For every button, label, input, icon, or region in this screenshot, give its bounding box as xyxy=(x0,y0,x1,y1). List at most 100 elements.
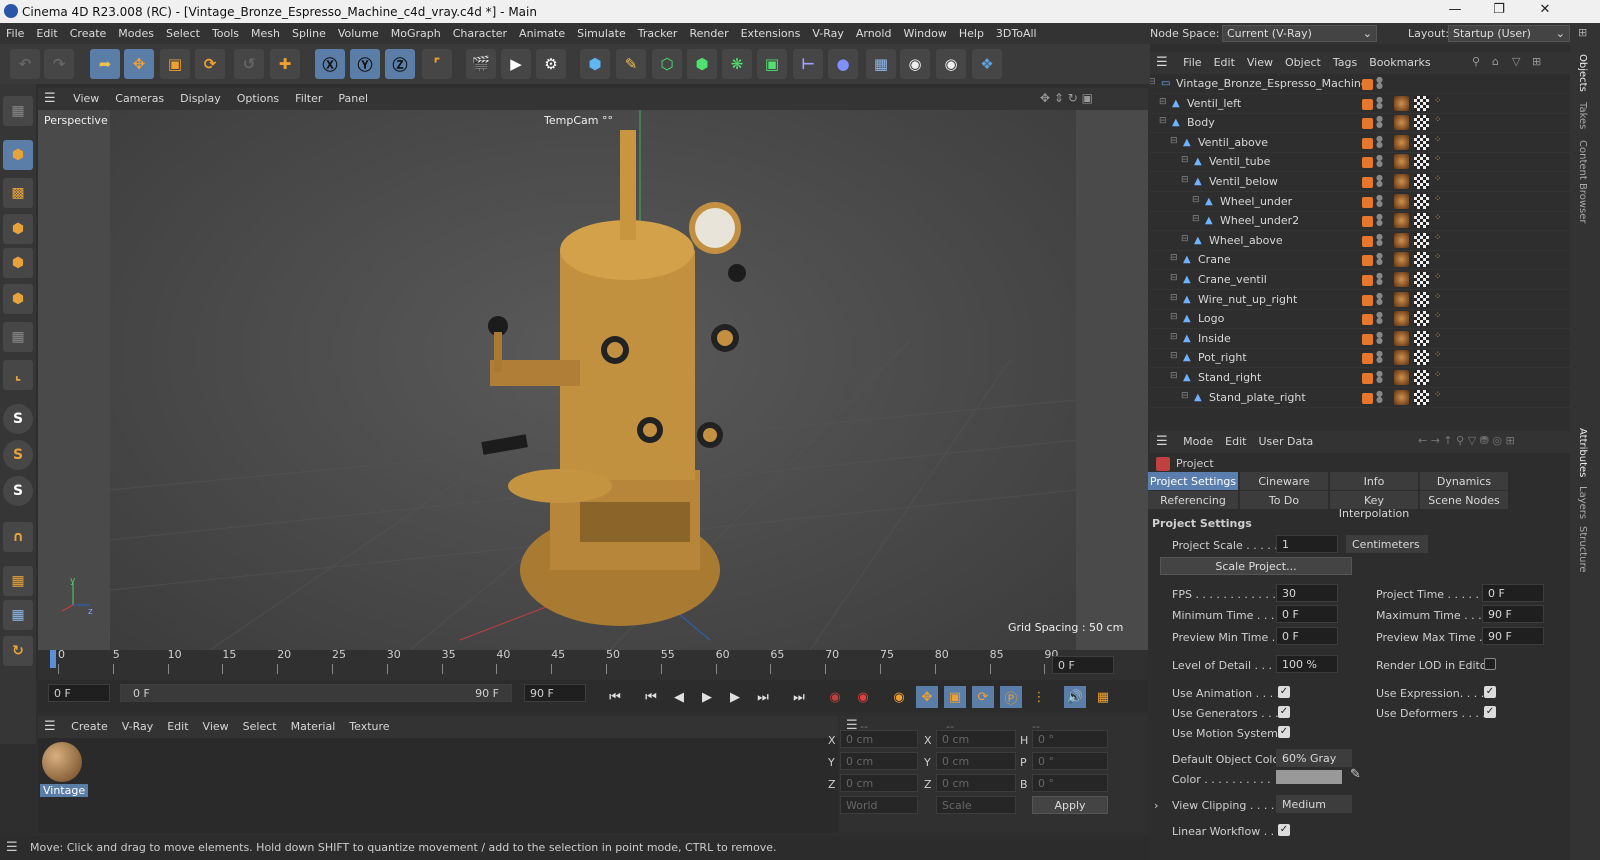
sound-icon[interactable]: 🔊 xyxy=(1064,686,1086,708)
visibility-dots-icon[interactable]: ● ● xyxy=(1376,330,1383,346)
floor-icon[interactable]: ▦ xyxy=(866,49,896,79)
uvw-tag-icon[interactable] xyxy=(1414,272,1429,287)
expand-icon[interactable]: ⊟ xyxy=(1170,253,1178,263)
object-row[interactable]: ⊟ ▲ Wire_nut_up_right ● ● ⁘ xyxy=(1150,290,1570,310)
end-frame-field[interactable]: 90 F xyxy=(524,684,586,702)
coord-system-select[interactable]: World xyxy=(840,796,918,814)
viewport-menu-view[interactable]: View xyxy=(65,88,107,105)
use-deformers-checkbox[interactable]: ✓ xyxy=(1484,706,1496,718)
phong-tag-icon[interactable]: ⁘ xyxy=(1434,311,1449,326)
3d-viewport[interactable]: Perspective TempCam °° Grid Spacing : 50… xyxy=(38,110,1148,650)
use-motion-checkbox[interactable]: ✓ xyxy=(1278,726,1290,738)
material-tag-icon[interactable] xyxy=(1394,115,1409,131)
rotation-b-field[interactable]: 0 ° xyxy=(1032,774,1108,792)
material-tag-icon[interactable] xyxy=(1394,311,1409,327)
object-row[interactable]: ⊟ ▲ Wheel_above ● ● ⁘ xyxy=(1150,231,1570,251)
texture-mode-icon[interactable]: ▩ xyxy=(3,178,33,208)
size-x-field[interactable]: 0 cm xyxy=(936,730,1016,748)
material-tag-icon[interactable] xyxy=(1394,134,1409,150)
menu-help[interactable]: Help xyxy=(953,23,990,40)
use-animation-checkbox[interactable]: ✓ xyxy=(1278,686,1290,698)
material-menu-vray[interactable]: V-Ray xyxy=(116,716,162,733)
snap-settings-icon[interactable]: S xyxy=(3,440,33,470)
phong-tag-icon[interactable]: ⁘ xyxy=(1434,252,1449,267)
object-row[interactable]: ⊟ ▲ Body ● ● ⁘ xyxy=(1150,113,1570,134)
coord-mode-select[interactable]: Scale xyxy=(936,796,1016,814)
viewport-menu-cameras[interactable]: Cameras xyxy=(107,88,172,105)
visibility-dots-icon[interactable]: ● ● xyxy=(1376,115,1383,130)
preview-max-field[interactable]: 90 F xyxy=(1482,627,1544,645)
transform-tool-icon[interactable]: ✚ xyxy=(270,49,300,79)
visibility-dots-icon[interactable]: ● ● xyxy=(1376,76,1383,91)
attr-menu-edit[interactable]: Edit xyxy=(1219,431,1252,448)
uvw-tag-icon[interactable] xyxy=(1414,311,1429,327)
pen-icon[interactable]: ✎ xyxy=(616,49,646,79)
expand-icon[interactable]: ⊟ xyxy=(1170,273,1178,283)
menu-tools[interactable]: Tools xyxy=(206,23,245,40)
undo-icon[interactable]: ↶ xyxy=(10,49,40,79)
material-tag-icon[interactable] xyxy=(1394,252,1409,268)
object-row[interactable]: ⊟ ▭ Vintage_Bronze_Espresso_Machine ● ● xyxy=(1150,74,1570,94)
visibility-dots-icon[interactable]: ● ● xyxy=(1376,311,1383,326)
attr-nav-icons[interactable]: ← → ↑ ⚲ ▽ ⛃ ◎ ⊞ xyxy=(1418,434,1515,447)
object-row[interactable]: ⊟ ▲ Inside ● ● ⁘ xyxy=(1150,329,1570,349)
expand-icon[interactable]: ⊟ xyxy=(1181,234,1189,244)
uvw-tag-icon[interactable] xyxy=(1414,389,1429,405)
solo-icon[interactable]: ↻ xyxy=(3,636,33,666)
material-tag-icon[interactable] xyxy=(1394,330,1409,346)
expand-icon[interactable]: ⊟ xyxy=(1170,332,1178,342)
visibility-dots-icon[interactable]: ● ● xyxy=(1376,291,1383,307)
key-parameter-icon[interactable]: Ⓟ xyxy=(1000,686,1022,708)
preview-min-field[interactable]: 0 F xyxy=(1276,627,1338,645)
filter-icon[interactable]: ▽ xyxy=(1512,55,1520,68)
project-scale-field[interactable]: 1 xyxy=(1276,535,1338,553)
layer-color-icon[interactable] xyxy=(1362,255,1373,267)
object-row[interactable]: ⊟ ▲ Logo ● ● ⁘ xyxy=(1150,309,1570,330)
tab-project-settings[interactable]: Project Settings xyxy=(1148,472,1238,490)
start-frame-field[interactable]: 0 F xyxy=(48,684,110,702)
scale-unit-select[interactable]: Centimeters xyxy=(1346,535,1428,553)
obj-menu-file[interactable]: File xyxy=(1177,52,1207,69)
extrude-icon[interactable]: ⬢ xyxy=(687,49,717,79)
visibility-dots-icon[interactable]: ● ● xyxy=(1376,389,1383,405)
object-row[interactable]: ⊟ ▲ Wheel_under2 ● ● ⁘ xyxy=(1150,211,1570,232)
y-axis-icon[interactable]: Ⓨ xyxy=(350,49,380,79)
menu-select[interactable]: Select xyxy=(160,23,206,40)
obj-menu-object[interactable]: Object xyxy=(1279,52,1327,69)
phong-tag-icon[interactable]: ⁘ xyxy=(1434,154,1449,169)
phong-tag-icon[interactable]: ⁘ xyxy=(1434,213,1449,228)
uvw-tag-icon[interactable] xyxy=(1414,193,1429,209)
position-y-field[interactable]: 0 cm xyxy=(840,752,918,770)
phong-tag-icon[interactable]: ⁘ xyxy=(1434,331,1449,346)
obj-menu-edit[interactable]: Edit xyxy=(1208,52,1241,69)
key-position-icon[interactable]: ✥ xyxy=(916,686,938,708)
max-time-field[interactable]: 90 F xyxy=(1482,605,1544,623)
python-icon[interactable]: ❖ xyxy=(972,49,1002,79)
next-frame-icon[interactable]: ▶ xyxy=(724,686,746,708)
material-tag-icon[interactable] xyxy=(1394,154,1409,170)
search-icon[interactable]: ⚲ xyxy=(1472,55,1480,68)
edge-mode-icon[interactable]: ⬢ xyxy=(3,248,33,278)
x-axis-icon[interactable]: Ⓧ xyxy=(315,49,345,79)
object-row[interactable]: ⊟ ▲ Crane ● ● ⁘ xyxy=(1150,250,1570,271)
uvw-tag-icon[interactable] xyxy=(1414,115,1429,131)
visibility-dots-icon[interactable]: ● ● xyxy=(1376,252,1383,267)
tab-cineware[interactable]: Cineware xyxy=(1240,472,1328,490)
menu-character[interactable]: Character xyxy=(447,23,513,40)
record-keys-icon[interactable]: ◉ xyxy=(824,686,846,708)
visibility-dots-icon[interactable]: ● ● xyxy=(1376,154,1383,169)
expand-icon[interactable]: ⊟ xyxy=(1170,293,1178,303)
phong-tag-icon[interactable]: ⁘ xyxy=(1434,390,1449,405)
menu-tracker[interactable]: Tracker xyxy=(632,23,684,40)
key-scale-icon[interactable]: ▣ xyxy=(944,686,966,708)
visibility-dots-icon[interactable]: ● ● xyxy=(1376,134,1383,150)
fps-field[interactable]: 30 xyxy=(1276,584,1338,602)
phong-tag-icon[interactable]: ⁘ xyxy=(1434,115,1449,130)
previous-key-icon[interactable]: ⏮ xyxy=(640,686,662,708)
phong-tag-icon[interactable]: ⁘ xyxy=(1434,96,1449,111)
menu-edit[interactable]: Edit xyxy=(30,23,63,40)
current-frame-field[interactable]: 0 F xyxy=(1052,656,1114,674)
grid-lock-icon[interactable]: ▦ xyxy=(3,600,33,630)
viewport-nav-icons[interactable]: ✥ ⇕ ↻ ▣ xyxy=(1040,91,1093,105)
expand-icon[interactable]: ⊟ xyxy=(1159,116,1167,126)
